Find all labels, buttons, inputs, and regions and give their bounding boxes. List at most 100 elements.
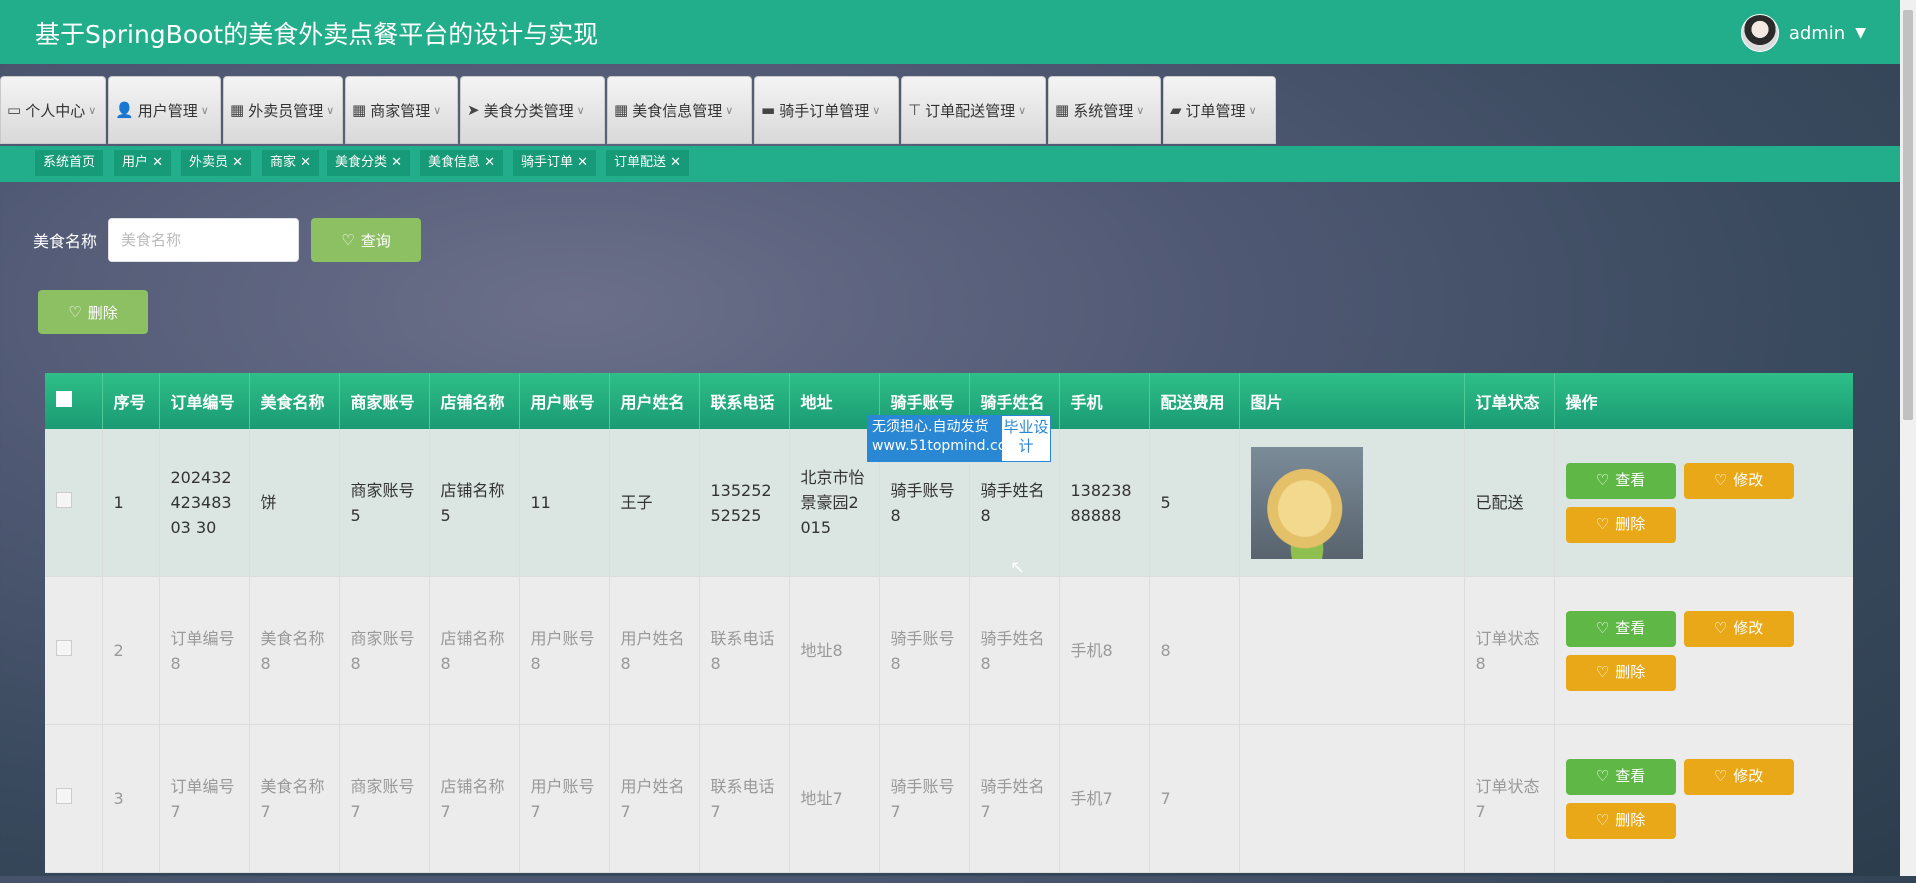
grid-icon: ▦ (614, 101, 629, 119)
heart-icon: ♡ (1713, 471, 1728, 489)
heart-icon: ♡ (68, 303, 82, 321)
cell-no: 3 (102, 724, 160, 873)
app-title: 基于SpringBoot的美食外卖点餐平台的设计与实现 (35, 20, 599, 49)
table-row[interactable]: 2 订单编号8 美食名称8 商家账号8 店铺名称8 用户账号8 用户姓名8 联系… (45, 576, 1853, 725)
cell-phone: 13525252525 (699, 429, 790, 577)
page-scrollbar[interactable] (1900, 0, 1916, 876)
cell-fee: 7 (1149, 724, 1240, 873)
username[interactable]: admin (1789, 23, 1845, 44)
menu-item-merchants[interactable]: ▦ 商家管理 ∨ (345, 76, 458, 144)
view-button[interactable]: ♡ 查看 (1565, 462, 1676, 499)
menu-item-delivery[interactable]: ⊤ 订单配送管理 ∨ (901, 76, 1046, 144)
query-button[interactable]: ♡ 查询 (311, 218, 421, 262)
cell-merchant: 商家账号8 (339, 576, 430, 725)
row-checkbox-cell[interactable] (45, 724, 103, 873)
cell-food: 美食名称7 (249, 724, 340, 873)
edit-button[interactable]: ♡ 修改 (1683, 462, 1794, 499)
cell-phone: 联系电话8 (699, 576, 790, 725)
profile-icon: ▭ (7, 101, 22, 119)
tag-merchants[interactable]: 商家 ✕ (262, 150, 320, 176)
tag-home[interactable]: 系统首页 (35, 150, 104, 176)
column-header: 用户姓名 (609, 373, 700, 429)
food-image[interactable] (1250, 446, 1363, 559)
row-checkbox[interactable] (56, 492, 72, 508)
chevron-down-icon: ∨ (88, 103, 97, 117)
view-button[interactable]: ♡ 查看 (1565, 758, 1676, 795)
cell-shop: 店铺名称7 (429, 724, 520, 873)
cell-food: 饼 (249, 429, 340, 577)
tag-food-info[interactable]: 美食信息 ✕ (420, 150, 504, 176)
heart-icon: ♡ (1595, 619, 1610, 637)
caret-down-icon[interactable]: ▼ (1855, 25, 1866, 41)
tag-users[interactable]: 用户 ✕ (114, 150, 172, 176)
cell-address: 地址7 (789, 724, 880, 873)
edit-button[interactable]: ♡ 修改 (1683, 758, 1794, 795)
chevron-down-icon: ∨ (326, 103, 335, 117)
heart-icon: ♡ (1595, 515, 1610, 533)
row-checkbox[interactable] (56, 640, 72, 656)
avatar[interactable] (1740, 14, 1779, 52)
heart-icon: ♡ (1595, 471, 1610, 489)
tag-rider-orders[interactable]: 骑手订单 ✕ (513, 150, 597, 176)
scrollbar-thumb[interactable] (1903, 10, 1913, 420)
menu-item-system[interactable]: ▦ 系统管理 ∨ (1048, 76, 1161, 144)
main-menu: ▭ 个人中心 ∨ 👤 用户管理 ∨ ▦ 外卖员管理 ∨ ▦ 商家管理 ∨ ➤ 美食分类管理 ∨ ▦ 美… (0, 76, 1278, 144)
edit-button[interactable]: ♡ 修改 (1683, 610, 1794, 647)
menu-item-food-info[interactable]: ▦ 美食信息管理 ∨ (607, 76, 752, 144)
cell-order: 订单编号7 (159, 724, 250, 873)
chevron-down-icon: ∨ (200, 103, 209, 117)
heart-icon: ♡ (1595, 663, 1610, 681)
menu-item-rider-orders[interactable]: ▬ 骑手订单管理 ∨ (754, 76, 899, 144)
batch-delete-button[interactable]: ♡ 删除 (38, 290, 148, 334)
select-all[interactable] (45, 373, 103, 429)
cell-order: 订单编号8 (159, 576, 250, 725)
cell-image (1239, 576, 1465, 725)
chevron-down-icon: ∨ (725, 103, 734, 117)
cell-user: 11 (519, 429, 610, 577)
row-checkbox-cell[interactable] (45, 429, 103, 577)
cell-phone: 联系电话7 (699, 724, 790, 873)
chevron-down-icon: ∨ (1136, 103, 1145, 117)
cell-username: 用户姓名7 (609, 724, 700, 873)
app-header: 基于SpringBoot的美食外卖点餐平台的设计与实现 admin ▼ (0, 0, 1900, 64)
heart-icon: ♡ (1713, 619, 1728, 637)
tag-delivery[interactable]: 订单配送 ✕ (606, 150, 690, 176)
cell-shop: 店铺名称8 (429, 576, 520, 725)
delete-button[interactable]: ♡ 删除 (1565, 506, 1676, 543)
ticket-icon: ▰ (1170, 101, 1182, 119)
tab-tags: 系统首页 用户 ✕ 外卖员 ✕ 商家 ✕ 美食分类 ✕ 美食信息 ✕ 骑手订单 … (0, 146, 1900, 182)
delete-button[interactable]: ♡ 删除 (1565, 654, 1676, 691)
chevron-down-icon: ∨ (576, 103, 585, 117)
cell-rider: 骑手账号8 (879, 576, 970, 725)
cell-merchant: 商家账号5 (339, 429, 430, 577)
column-header: 订单编号 (159, 373, 250, 429)
column-header: 美食名称 (249, 373, 340, 429)
column-header: 图片 (1239, 373, 1465, 429)
cell-merchant: 商家账号7 (339, 724, 430, 873)
mouse-cursor-icon: ↖ (1010, 557, 1026, 578)
menu-item-users[interactable]: 👤 用户管理 ∨ (108, 76, 221, 144)
search-label: 美食名称 (33, 232, 98, 251)
user-menu[interactable]: admin ▼ (1740, 14, 1866, 52)
search-input[interactable] (108, 218, 299, 262)
tag-food-categories[interactable]: 美食分类 ✕ (327, 150, 411, 176)
view-button[interactable]: ♡ 查看 (1565, 610, 1676, 647)
cell-status: 订单状态7 (1464, 724, 1555, 873)
heart-icon: ♡ (1595, 811, 1610, 829)
chevron-down-icon: ∨ (872, 103, 881, 117)
select-all-checkbox[interactable] (56, 391, 72, 407)
cell-order: 20243242348303 30 (159, 429, 250, 577)
menu-item-food-categories[interactable]: ➤ 美食分类管理 ∨ (460, 76, 605, 144)
tag-couriers[interactable]: 外卖员 ✕ (181, 150, 252, 176)
chevron-down-icon: ∨ (1018, 103, 1027, 117)
menu-item-profile[interactable]: ▭ 个人中心 ∨ (0, 76, 106, 144)
table-row[interactable]: 3 订单编号7 美食名称7 商家账号7 店铺名称7 用户账号7 用户姓名7 联系… (45, 724, 1853, 873)
cell-image (1239, 724, 1465, 873)
delete-button[interactable]: ♡ 删除 (1565, 802, 1676, 839)
cell-actions: ♡ 查看 ♡ 修改 ♡ 删除 (1554, 724, 1853, 873)
row-checkbox-cell[interactable] (45, 576, 103, 725)
row-checkbox[interactable] (56, 788, 72, 804)
menu-item-orders[interactable]: ▰ 订单管理 ∨ (1163, 76, 1276, 144)
column-header: 商家账号 (339, 373, 430, 429)
menu-item-couriers[interactable]: ▦ 外卖员管理 ∨ (223, 76, 343, 144)
